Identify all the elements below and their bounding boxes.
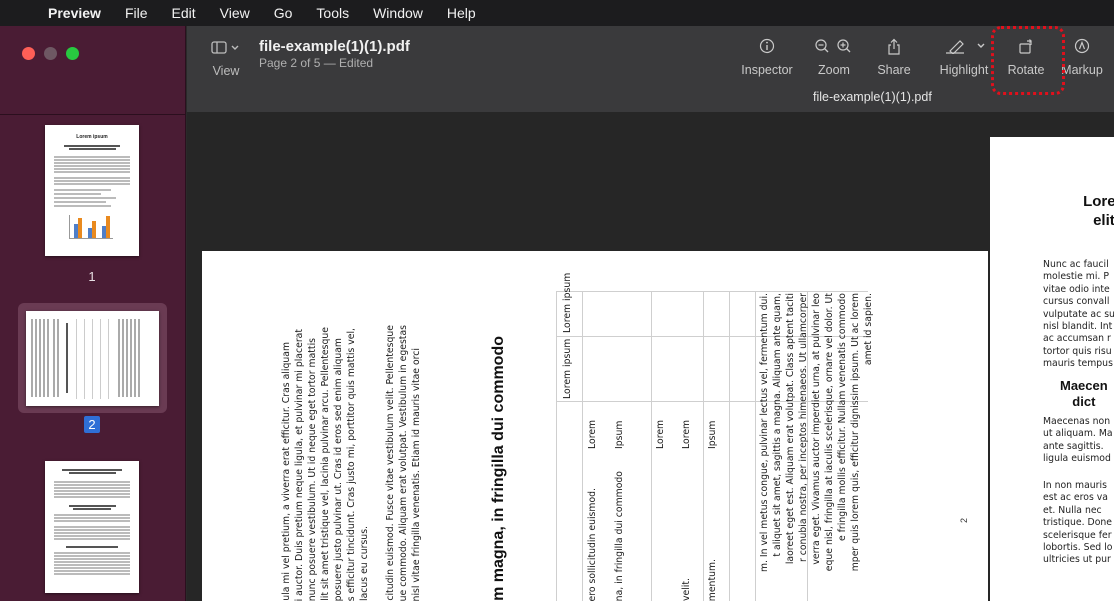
table-cell: Ipsum: [614, 420, 625, 449]
markup-button[interactable]: Markup: [1059, 38, 1105, 77]
page-2-rotated: ula mi vel pretium, a viverra erat effic…: [202, 251, 988, 601]
menu-bar: Preview File Edit View Go Tools Window H…: [0, 0, 1114, 26]
section-heading: m magna, in fringilla dui commodo: [490, 336, 507, 601]
filename-tab[interactable]: file-example(1)(1).pdf: [813, 90, 932, 104]
table-cell: Lorem: [587, 419, 598, 449]
page-3-partial: Lorem elit. Nunc ac faucil molestie mi. …: [990, 137, 1114, 601]
body-text-line: posuere justo pulvinar ut. Cras id eros …: [333, 337, 344, 601]
minimize-window-button[interactable]: [44, 47, 57, 60]
page-number-1: 1: [88, 269, 96, 284]
table-cell: Ipsum: [707, 420, 718, 449]
highlight-button[interactable]: Highlight: [937, 38, 991, 77]
page-3-paragraph: In non mauris est ac eros va et. Nulla n…: [1043, 480, 1113, 566]
share-label: Share: [877, 63, 911, 77]
body-text-line: lacus eu cursus.: [359, 525, 370, 601]
info-icon: [739, 38, 795, 60]
page-thumbnail-3[interactable]: [45, 461, 139, 593]
share-button[interactable]: Share: [875, 38, 913, 77]
menu-view[interactable]: View: [208, 5, 262, 21]
body-text-line: e fringilla mollis efficitur. Nullam ven…: [837, 293, 848, 542]
window-controls: [22, 47, 79, 60]
zoom-icons: [812, 38, 856, 60]
thumbnail-sidebar: Lorem ipsum 1 2: [0, 26, 186, 601]
highlight-label: Highlight: [939, 63, 989, 77]
view-button[interactable]: View: [209, 40, 243, 78]
table-cell: Lorem: [681, 419, 692, 449]
view-label: View: [212, 64, 240, 78]
body-text-line: s efficitur tincidunt. Cras justo mi, po…: [346, 327, 357, 601]
body-text-line: laoreet eget est. Aliquam erat volutpat.…: [785, 293, 796, 565]
fullscreen-window-button[interactable]: [66, 47, 79, 60]
menu-help[interactable]: Help: [435, 5, 488, 21]
body-text-line: i auctor. Duis pretium neque ligula, et …: [294, 328, 305, 601]
inspector-label: Inspector: [741, 63, 793, 77]
sidebar-toggle-icon: [209, 40, 243, 60]
highlighter-icon: [937, 38, 991, 60]
zoom-control[interactable]: Zoom: [812, 38, 856, 77]
menu-edit[interactable]: Edit: [160, 5, 208, 21]
table-header-cell: Lorem ipsum: [562, 272, 573, 333]
document-title[interactable]: file-example(1)(1).pdf: [259, 38, 410, 55]
body-text-line: t aliquet sit amet, sagittis a magna. Al…: [772, 293, 783, 557]
body-text-line: m. In vel metus congue, pulvinar lectus …: [759, 293, 770, 573]
toolbar: View file-example(1)(1).pdf Page 2 of 5 …: [187, 26, 1114, 112]
rotate-highlight-box: [991, 26, 1065, 95]
table-cell: na, in fringilla dui commodo: [614, 470, 625, 601]
zoom-label: Zoom: [818, 63, 850, 77]
body-text-line: mper quis lorem quis, efficitur dignissi…: [850, 293, 861, 572]
menu-app-name[interactable]: Preview: [44, 5, 113, 21]
page-thumbnail-2[interactable]: [26, 311, 159, 406]
inspector-button[interactable]: Inspector: [739, 38, 795, 77]
body-text-line: eque nisl, fringilla at iaculis sceleris…: [824, 293, 835, 572]
page-thumbnail-1[interactable]: Lorem ipsum: [45, 125, 139, 256]
markup-icon: [1059, 38, 1105, 60]
menu-window[interactable]: Window: [361, 5, 435, 21]
menu-go[interactable]: Go: [262, 5, 305, 21]
table-cell: Lorem: [655, 419, 666, 449]
table-cell: mentum.: [707, 558, 718, 601]
body-text-line: nunc posuere vestibulum. Ut id neque ege…: [307, 337, 318, 601]
body-text-line: citudin euismod. Fusce vitae vestibulum …: [385, 325, 396, 601]
document-viewer[interactable]: ula mi vel pretium, a viverra erat effic…: [187, 112, 1114, 601]
sidebar-divider: [0, 114, 186, 115]
menu-tools[interactable]: Tools: [304, 5, 361, 21]
close-window-button[interactable]: [22, 47, 35, 60]
document-subtitle: Page 2 of 5 — Edited: [259, 56, 374, 70]
body-text-line: lit sit amet tristique vel, lacinia pulv…: [320, 327, 331, 601]
body-text-line: nisl vitae fringilla venenatis. Etiam id…: [411, 347, 422, 601]
page-3-paragraph: Nunc ac faucil molestie mi. P vitae odio…: [1043, 259, 1114, 370]
markup-label: Markup: [1061, 63, 1103, 77]
body-text-line: verra eget. Vivamus auctor imperdiet urn…: [811, 293, 822, 565]
body-text-line: ula mi vel pretium, a viverra erat effic…: [281, 342, 292, 601]
page-number-label: 2: [959, 518, 969, 524]
page-3-title: Lorem elit.: [1083, 193, 1114, 229]
share-icon: [875, 38, 913, 60]
table-header-cell: Lorem ipsum: [562, 338, 573, 399]
body-text-line: r conubia nostra, per inceptos himenaeos…: [798, 293, 809, 563]
table-cell: velit.: [681, 578, 692, 601]
table-cell: ero sollicitudin euismod.: [587, 487, 598, 601]
document-title-block: file-example(1)(1).pdf Page 2 of 5 — Edi…: [259, 38, 410, 70]
body-text-line: amet id sapien.: [863, 293, 874, 366]
page-3-heading: Maecen dict: [1060, 378, 1108, 409]
page-3-paragraph: Maecenas non ut aliquam. Ma ante sagitti…: [1043, 416, 1113, 465]
thumbnail-chart: [69, 215, 113, 239]
page-number-2: 2: [84, 416, 100, 433]
thumbnail-title: Lorem ipsum: [76, 134, 108, 140]
menu-file[interactable]: File: [113, 5, 160, 21]
body-text-line: ue commodo. Aliquam erat volutpat. Vesti…: [398, 324, 409, 601]
